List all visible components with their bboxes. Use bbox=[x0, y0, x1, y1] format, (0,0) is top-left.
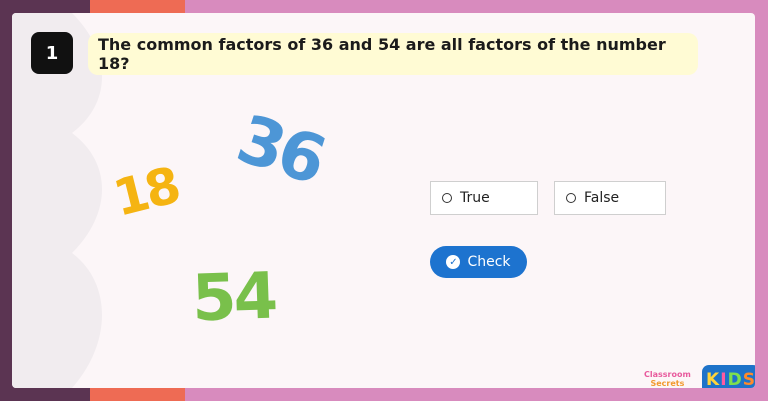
kids-letter-i: I bbox=[720, 370, 728, 388]
kids-letter-k: K bbox=[706, 370, 721, 388]
question-text: The common factors of 36 and 54 are all … bbox=[98, 35, 666, 73]
check-button[interactable]: ✓ Check bbox=[430, 246, 527, 278]
logo-line-1: Classroom bbox=[644, 370, 691, 379]
kids-letter-s: S bbox=[742, 370, 755, 388]
checkmark-icon: ✓ bbox=[446, 255, 461, 269]
kids-letter-d: D bbox=[727, 370, 743, 388]
option-true[interactable]: True bbox=[430, 181, 538, 215]
question-card: 1 The common factors of 36 and 54 are al… bbox=[12, 13, 755, 388]
number-36-graphic: 36 bbox=[228, 99, 332, 200]
logo-line-2: Secrets bbox=[650, 379, 685, 388]
classroom-secrets-logo: Classroom Secrets bbox=[644, 370, 691, 388]
radio-circle-icon[interactable] bbox=[566, 193, 576, 203]
question-number-badge: 1 bbox=[31, 32, 73, 74]
radio-circle-icon[interactable] bbox=[442, 193, 452, 203]
kids-logo: K I D S bbox=[702, 365, 755, 388]
check-button-label: Check bbox=[467, 254, 511, 270]
question-number: 1 bbox=[45, 42, 59, 64]
option-false-label: False bbox=[584, 190, 620, 206]
number-54-graphic: 54 bbox=[190, 259, 277, 337]
question-box: The common factors of 36 and 54 are all … bbox=[88, 33, 698, 75]
option-true-label: True bbox=[460, 190, 490, 206]
option-false[interactable]: False bbox=[554, 181, 666, 215]
